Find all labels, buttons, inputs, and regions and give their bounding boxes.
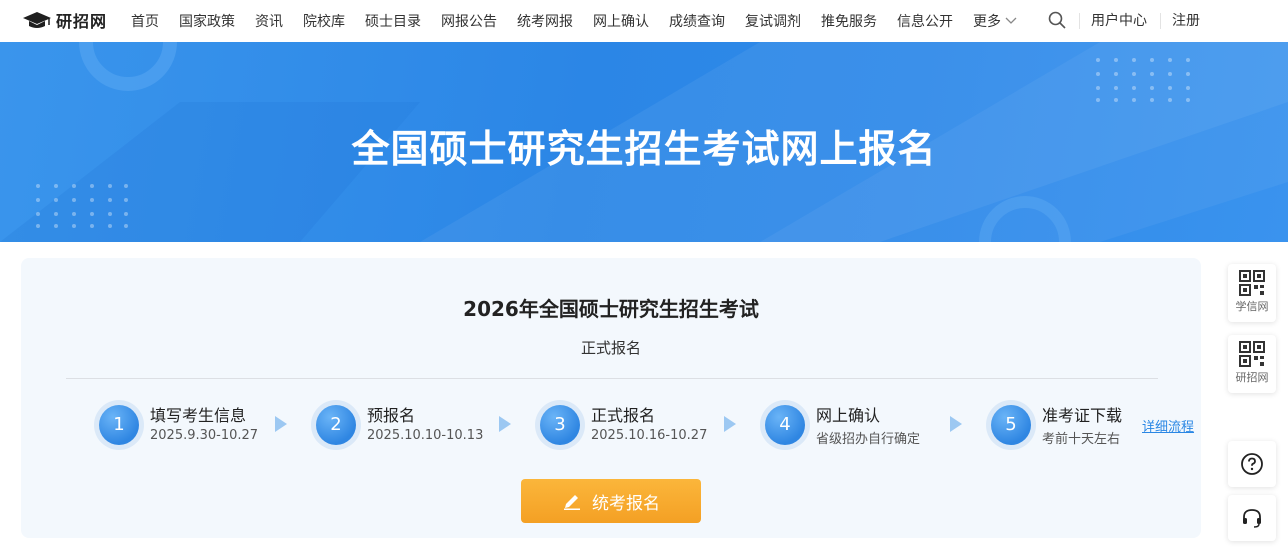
step-number-badge: 4 — [760, 400, 810, 450]
step-arrow-icon — [275, 416, 287, 432]
step-name: 预报名 — [367, 406, 416, 425]
detail-process-link[interactable]: 详细流程 — [1142, 416, 1194, 435]
help-button[interactable] — [1228, 441, 1276, 487]
step-name: 网上确认 — [816, 406, 881, 425]
logo-text: 研招网 — [56, 12, 108, 31]
nav-announcement[interactable]: 网报公告 — [441, 11, 497, 31]
step-arrow-icon — [950, 416, 962, 432]
top-navbar: 研招网 首页 国家政策 资讯 院校库 硕士目录 网报公告 统考网报 网上确认 成… — [0, 0, 1288, 42]
nav-more[interactable]: 更多 — [973, 11, 1017, 31]
nav-exam-registration[interactable]: 统考网报 — [517, 11, 573, 31]
xuexin-label: 学信网 — [1235, 300, 1269, 313]
pencil-icon — [564, 495, 580, 510]
card-subtitle: 正式报名 — [580, 339, 641, 357]
step-name: 填写考生信息 — [150, 406, 247, 425]
step-number-badge: 1 — [94, 400, 144, 450]
step-arrow-icon — [724, 416, 736, 432]
card-title: 2026年全国硕士研究生招生考试 — [463, 297, 759, 321]
step-number: 2 — [316, 405, 356, 445]
user-center-link[interactable]: 用户中心 — [1091, 10, 1147, 30]
step-number-badge: 2 — [311, 400, 361, 450]
divider — [1160, 13, 1161, 29]
headset-icon — [1243, 509, 1261, 528]
divider — [1079, 13, 1080, 29]
nav-adjustment[interactable]: 复试调剂 — [745, 11, 801, 31]
qr-code-icon — [1239, 341, 1265, 367]
graduation-cap-icon — [23, 12, 51, 28]
nav-online-confirm[interactable]: 网上确认 — [593, 11, 649, 31]
yanzhao-label: 研招网 — [1235, 371, 1269, 384]
step-number-badge: 3 — [535, 400, 585, 450]
step-date: 考前十天左右 — [1042, 432, 1121, 447]
divider — [66, 378, 1158, 379]
nav-disclosure[interactable]: 信息公开 — [897, 11, 953, 31]
step-number-badge: 5 — [986, 400, 1036, 450]
exam-registration-label: 统考报名 — [592, 493, 660, 514]
xuexin-qr-button[interactable]: 学信网 — [1228, 264, 1276, 322]
step-number: 1 — [99, 405, 139, 445]
banner-title: 全国硕士研究生招生考试网上报名 — [351, 127, 937, 171]
nav-news[interactable]: 资讯 — [255, 11, 283, 31]
step-number: 3 — [540, 405, 580, 445]
nav-catalog[interactable]: 硕士目录 — [365, 11, 421, 31]
registration-card: 2026年全国硕士研究生招生考试 正式报名 1 填写考生信息 2025.9.30… — [21, 258, 1201, 538]
step-number: 5 — [991, 405, 1031, 445]
nav-score-query[interactable]: 成绩查询 — [669, 11, 725, 31]
hero-banner: 全国硕士研究生招生考试网上报名 — [0, 42, 1288, 242]
chevron-down-icon — [1005, 17, 1017, 24]
register-link[interactable]: 注册 — [1172, 10, 1200, 30]
step-name: 准考证下载 — [1042, 406, 1123, 425]
yanzhao-qr-button[interactable]: 研招网 — [1228, 335, 1276, 393]
step-arrow-icon — [499, 416, 511, 432]
nav-recommend[interactable]: 推免服务 — [821, 11, 877, 31]
search-icon[interactable] — [1047, 10, 1067, 30]
main-nav: 首页 国家政策 资讯 院校库 硕士目录 网报公告 统考网报 网上确认 成绩查询 … — [131, 0, 1037, 42]
step-date: 2025.10.16-10.27 — [591, 428, 708, 443]
nav-policy[interactable]: 国家政策 — [179, 11, 235, 31]
nav-schools[interactable]: 院校库 — [303, 11, 345, 31]
nav-home[interactable]: 首页 — [131, 11, 159, 31]
step-name: 正式报名 — [591, 406, 656, 425]
exam-registration-button[interactable]: 统考报名 — [521, 479, 701, 523]
customer-service-button[interactable] — [1228, 495, 1276, 541]
step-date: 2025.9.30-10.27 — [150, 428, 259, 443]
question-icon — [1241, 453, 1263, 475]
step-date: 省级招办自行确定 — [816, 432, 921, 447]
step-number: 4 — [765, 405, 805, 445]
qr-code-icon — [1239, 270, 1265, 296]
step-date: 2025.10.10-10.13 — [367, 428, 484, 443]
nav-more-label: 更多 — [973, 14, 1001, 30]
site-logo[interactable]: 研招网 — [22, 8, 107, 32]
